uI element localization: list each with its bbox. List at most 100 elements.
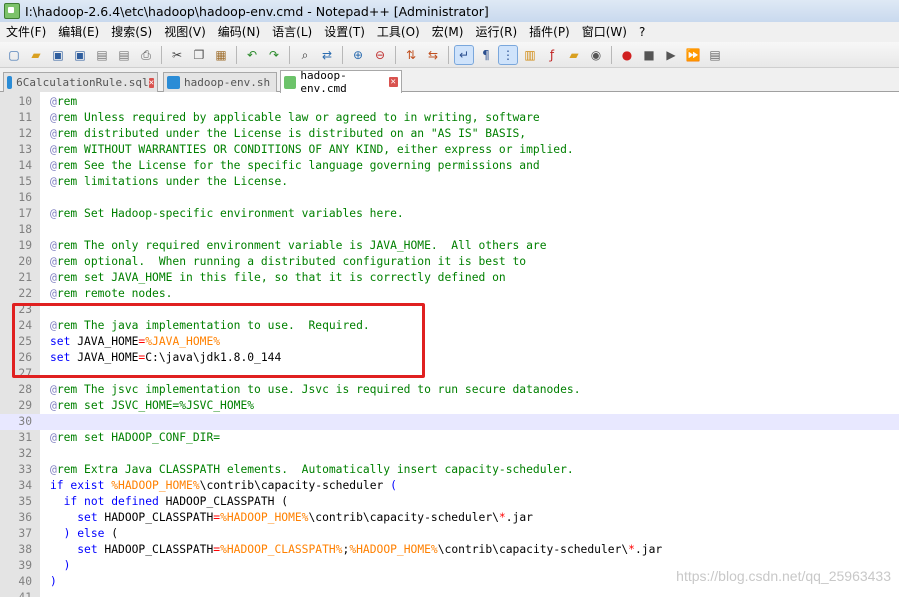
menu-item[interactable]: 文件(F) [0,22,52,42]
code-line: 29 @rem set JSVC_HOME=%JSVC_HOME% [0,398,899,414]
code-text: @rem Set Hadoop-specific environment var… [50,206,404,222]
highlight-box [12,303,425,378]
cut-icon[interactable]: ✂ [168,46,186,64]
folder-workspace-icon[interactable]: ▰ [565,46,583,64]
code-line: 13 @rem WITHOUT WARRANTIES OR CONDITIONS … [0,142,899,158]
print-icon[interactable]: ⎙ [137,46,155,64]
code-text: @rem Unless required by applicable law o… [50,110,540,126]
code-token: @ [50,383,57,396]
function-list-icon[interactable]: ƒ [543,46,561,64]
code-token: rem limitations under the License. [56,175,289,188]
code-token: set [77,543,98,556]
code-token: rem Unless required by applicable law or… [56,111,540,124]
sync-vertical-icon[interactable]: ⇅ [402,46,420,64]
menu-item[interactable]: 工具(O) [371,22,426,42]
code-token: rem distributed under the License is dis… [56,127,527,140]
code-text: @rem set HADOOP_CONF_DIR= [50,430,220,446]
code-token: @ [50,255,57,268]
code-line: 18 [0,222,899,238]
code-token: set [77,511,98,524]
close-tab-icon[interactable]: ✕ [148,77,154,88]
line-number: 31 [18,431,32,444]
menu-item[interactable]: 视图(V) [158,22,212,42]
notepadpp-app-icon [4,3,20,19]
code-token: ( [390,479,397,492]
sync-horizontal-icon[interactable]: ⇆ [424,46,442,64]
code-text: set HADOOP_CLASSPATH=%HADOOP_HOME%\contr… [50,510,533,526]
open-file-icon[interactable]: ▰ [27,46,45,64]
word-wrap-icon[interactable]: ↵ [454,44,474,65]
close-tab-icon[interactable]: ✕ [388,77,398,87]
code-token: \contrib\capacity-scheduler\ [308,511,499,524]
save-all-icon[interactable]: ▣ [71,46,89,64]
close-all-icon[interactable]: ▤ [115,46,133,64]
doc-map-icon[interactable]: ▥ [521,46,539,64]
menu-item[interactable]: 编码(N) [212,22,266,42]
line-number: 12 [18,127,32,140]
close-icon[interactable]: ▤ [93,46,111,64]
title-bar: I:\hadoop-2.6.4\etc\hadoop\hadoop-env.cm… [0,0,899,23]
indent-guide-icon[interactable]: ⋮ [498,44,518,65]
tab-hadoop-env-cmd[interactable]: hadoop-env.cmd ✕ [280,69,402,95]
tab-hadoop-env-sh[interactable]: hadoop-env.sh [163,72,277,92]
code-token: @ [50,95,57,108]
code-token: ) [50,575,57,588]
code-token: * [628,543,635,556]
code-text: @rem remote nodes. [50,286,172,302]
undo-icon[interactable]: ↶ [243,46,261,64]
stop-record-icon[interactable]: ■ [640,46,658,64]
zoom-in-icon[interactable]: ⊕ [349,46,367,64]
toolbar-separator [342,45,343,64]
record-macro-icon[interactable]: ● [618,46,636,64]
code-text: ) [50,558,71,574]
line-number: 40 [18,575,32,588]
code-token: %HADOOP_HOME% [220,511,309,524]
code-token: @ [50,463,57,476]
play-macro-icon[interactable]: ▶ [662,46,680,64]
code-line: 20 @rem optional. When running a distribu… [0,254,899,270]
save-macro-icon[interactable]: ▤ [706,46,724,64]
line-number: 14 [18,159,32,172]
code-text: if not defined HADOOP_CLASSPATH ( [50,494,288,510]
menu-item[interactable]: 语言(L) [266,22,318,42]
replace-icon[interactable]: ⇄ [318,46,336,64]
find-icon[interactable]: ⌕ [296,46,314,64]
line-number: 10 [18,95,32,108]
menu-item[interactable]: ? [633,22,651,42]
zoom-out-icon[interactable]: ⊖ [371,46,389,64]
code-line: 32 [0,446,899,462]
run-macro-multiple-icon[interactable]: ⏩ [684,46,702,64]
monitor-icon[interactable]: ◉ [587,46,605,64]
menu-item[interactable]: 插件(P) [523,22,576,42]
code-token: @ [50,207,57,220]
paste-icon[interactable]: ▦ [212,46,230,64]
editor[interactable]: 10 @rem 11 @rem Unless required by applicab… [0,92,899,597]
line-number: 21 [18,271,32,284]
code-line: 16 [0,190,899,206]
code-token: rem set JSVC_HOME=%JSVC_HOME% [56,399,255,412]
show-all-chars-icon[interactable]: ¶ [477,46,495,64]
copy-icon[interactable]: ❐ [190,46,208,64]
tab-6calculationrule-sql[interactable]: 6CalculationRule.sql ✕ [3,72,158,92]
menu-item[interactable]: 搜索(S) [105,22,158,42]
new-file-icon[interactable]: ▢ [5,46,23,64]
line-number: 29 [18,399,32,412]
code-text: @rem WITHOUT WARRANTIES OR CONDITIONS OF… [50,142,574,158]
redo-icon[interactable]: ↷ [265,46,283,64]
menu-item[interactable]: 编辑(E) [52,22,105,42]
code-line: 31 @rem set HADOOP_CONF_DIR= [0,430,899,446]
code-token: rem WITHOUT WARRANTIES OR CONDITIONS OF … [56,143,574,156]
code-line: 21 @rem set JAVA_HOME in this file, so th… [0,270,899,286]
menu-item[interactable]: 窗口(W) [576,22,633,42]
toolbar-separator [236,45,237,64]
menu-item[interactable]: 运行(R) [469,22,523,42]
code-text: if exist %HADOOP_HOME%\contrib\capacity-… [50,478,397,494]
save-icon[interactable]: ▣ [49,46,67,64]
code-text: @rem The only required environment varia… [50,238,547,254]
code-token: rem Extra Java CLASSPATH elements. Autom… [56,463,574,476]
menu-item[interactable]: 宏(M) [426,22,470,42]
menu-item[interactable]: 设置(T) [318,22,371,42]
line-number: 18 [18,223,32,236]
